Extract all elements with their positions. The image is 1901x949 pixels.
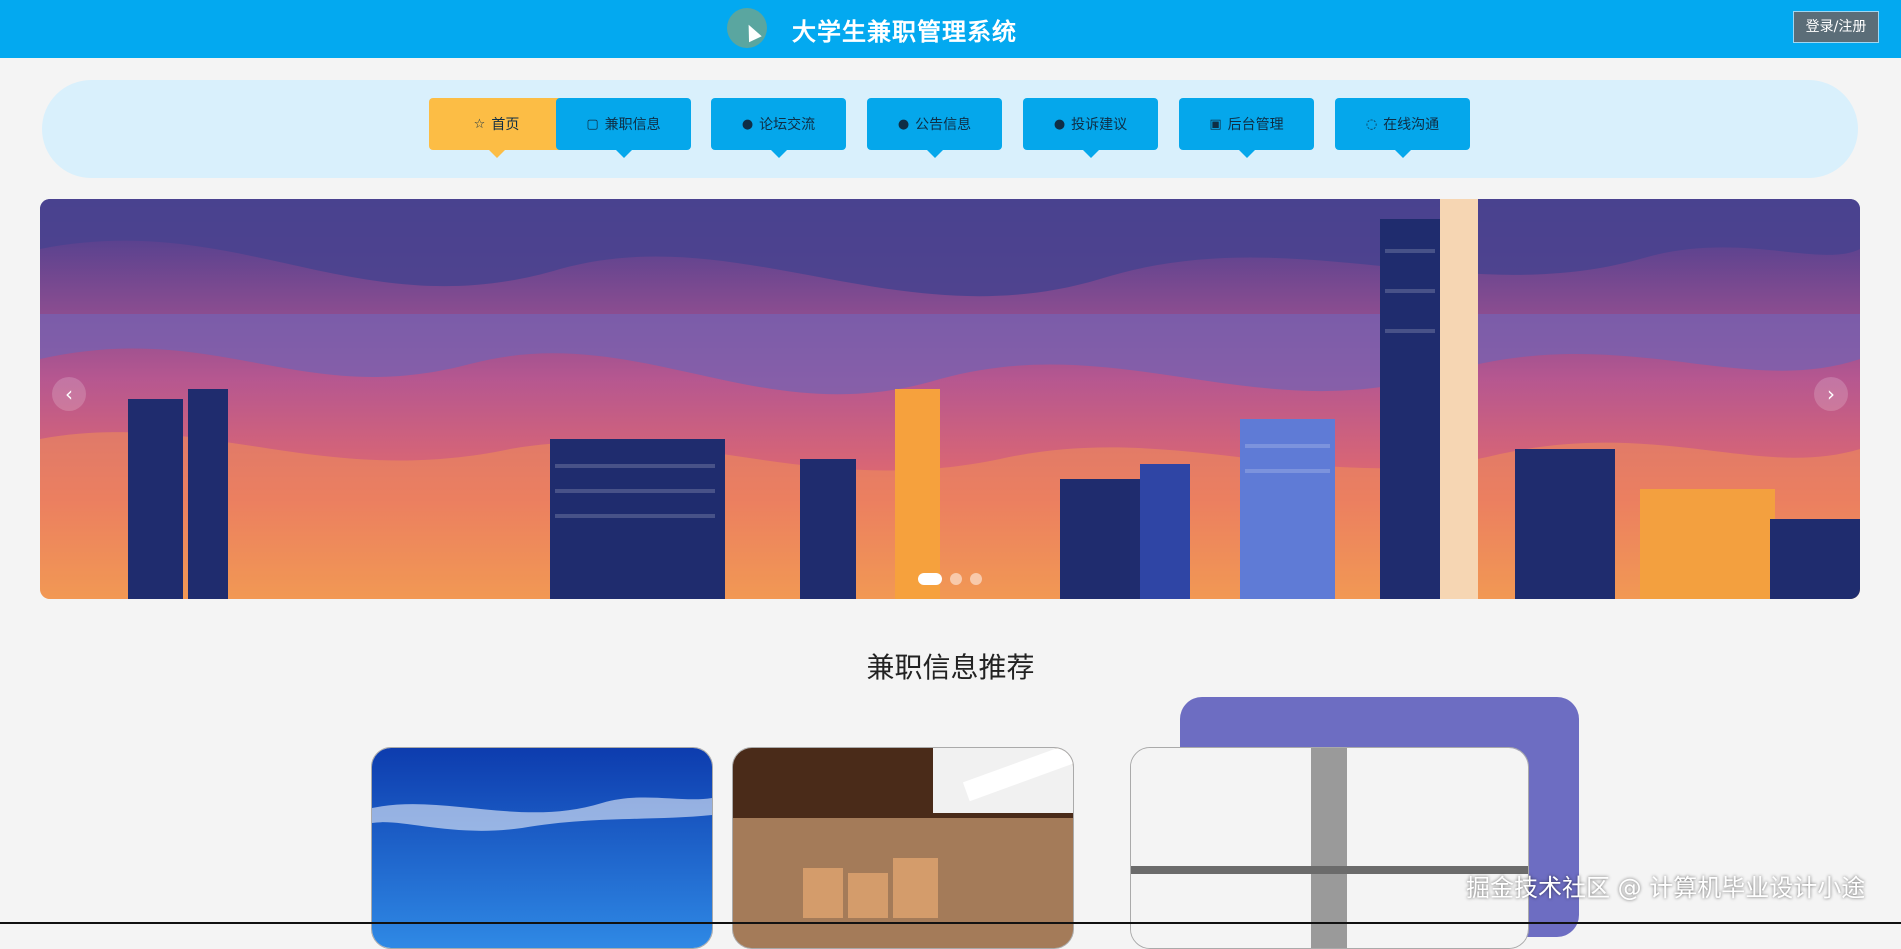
interior-image — [733, 748, 1073, 948]
carousel-dot-2[interactable] — [950, 573, 962, 585]
bag-icon: ▢ — [586, 116, 599, 132]
site-title: 大学生兼职管理系统 — [792, 18, 1017, 46]
nav-item-complaints[interactable]: ● 投诉建议 — [1023, 98, 1158, 158]
city-skyline-image — [40, 199, 1860, 599]
nav-item-jobs[interactable]: ▢ 兼职信息 — [556, 98, 691, 158]
nav-item-home[interactable]: ☆ 首页 — [429, 98, 564, 158]
nav-label: 投诉建议 — [1071, 117, 1128, 133]
nav-item-notices[interactable]: ● 公告信息 — [867, 98, 1002, 158]
hero-carousel[interactable]: ‹ › — [40, 199, 1860, 599]
nav-label: 首页 — [491, 117, 520, 133]
job-card[interactable] — [371, 747, 713, 949]
nav-label: 公告信息 — [915, 117, 972, 133]
carousel-prev-button[interactable]: ‹ — [52, 377, 86, 411]
nav-item-admin[interactable]: ▣ 后台管理 — [1179, 98, 1314, 158]
nav-item-chat[interactable]: ◌ 在线沟通 — [1335, 98, 1470, 158]
main-nav: ☆ 首页 ▢ 兼职信息 ● 论坛交流 ● 公告信息 ● 投诉建议 ▣ 后台管理 … — [42, 80, 1858, 178]
section-title: 兼职信息推荐 — [866, 651, 1035, 684]
nav-label: 在线沟通 — [1383, 117, 1440, 133]
carousel-next-button[interactable]: › — [1814, 377, 1848, 411]
carousel-dot-3[interactable] — [970, 573, 982, 585]
login-register-button[interactable]: 登录/注册 — [1793, 11, 1879, 43]
nav-label: 兼职信息 — [604, 117, 661, 133]
nav-item-forum[interactable]: ● 论坛交流 — [711, 98, 846, 158]
nav-label: 后台管理 — [1227, 117, 1284, 133]
briefcase-icon: ▣ — [1209, 116, 1222, 132]
headset-icon: ◌ — [1365, 116, 1378, 132]
ceiling-image — [1131, 748, 1528, 948]
watermark: 掘金技术社区 @ 计算机毕业设计小途 — [1466, 874, 1866, 902]
top-bar: 大学生兼职管理系统 登录/注册 — [0, 0, 1901, 58]
info-icon: ● — [1053, 116, 1066, 132]
carousel-dot-1[interactable] — [918, 573, 942, 585]
nav-label: 论坛交流 — [759, 117, 816, 133]
info-icon: ● — [741, 116, 754, 132]
sky-image — [372, 748, 712, 948]
question-icon: ● — [897, 116, 910, 132]
carousel-indicators — [918, 573, 982, 585]
job-card[interactable] — [1130, 747, 1529, 949]
job-card[interactable] — [732, 747, 1074, 949]
star-icon: ☆ — [473, 116, 486, 132]
